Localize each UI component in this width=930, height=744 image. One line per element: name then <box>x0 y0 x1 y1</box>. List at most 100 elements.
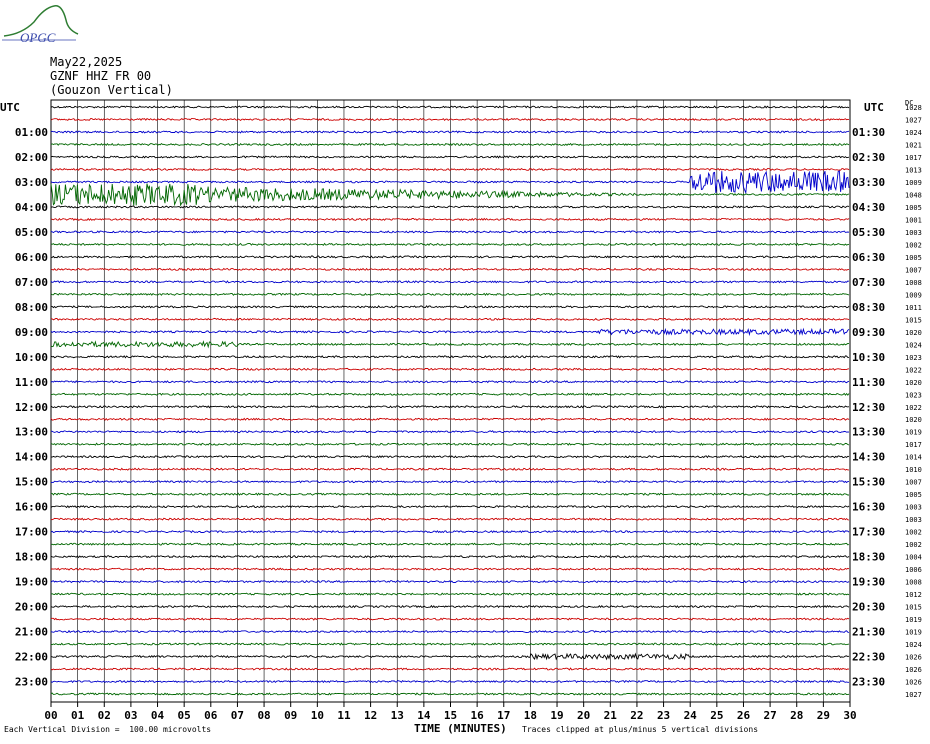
trace-line <box>50 205 850 209</box>
right-hour-label: 03:30 <box>852 176 885 189</box>
x-tick-label: 23 <box>657 709 670 722</box>
dc-offset-label: 1020 <box>905 379 922 387</box>
trace-line <box>50 542 850 546</box>
left-hour-label: 17:00 <box>15 526 48 539</box>
dc-offset-label: 1013 <box>905 166 922 174</box>
dc-offset-label: 1015 <box>905 604 922 612</box>
x-tick-label: 05 <box>178 709 191 722</box>
dc-offset-label: 1001 <box>905 216 922 224</box>
right-hour-label: 04:30 <box>852 201 885 214</box>
left-hour-label: 08:00 <box>15 301 48 314</box>
x-tick-label: 18 <box>524 709 537 722</box>
x-tick-label: 27 <box>763 709 776 722</box>
trace-line <box>50 455 850 459</box>
right-hour-label: 09:30 <box>852 326 885 339</box>
right-hour-label: 15:30 <box>852 476 885 489</box>
dc-offset-label: 1003 <box>905 516 922 524</box>
right-hour-label: 17:30 <box>852 526 885 539</box>
x-tick-label: 06 <box>204 709 218 722</box>
right-hour-label: 02:30 <box>852 151 885 164</box>
trace-line <box>50 554 850 559</box>
left-hour-label: 22:00 <box>15 651 48 664</box>
left-hour-label: 12:00 <box>15 401 48 414</box>
right-hour-label: 12:30 <box>852 401 885 414</box>
right-hour-label: 22:30 <box>852 651 885 664</box>
dc-offset-label: 1017 <box>905 154 922 162</box>
x-tick-label: 13 <box>391 709 404 722</box>
right-hour-label: 23:30 <box>852 676 885 689</box>
left-hour-label: 15:00 <box>15 476 48 489</box>
x-tick-label: 22 <box>630 709 643 722</box>
left-hour-label: 11:00 <box>15 376 48 389</box>
trace-line <box>50 580 850 584</box>
scale-note: Each Vertical Division = 100.00 microvol… <box>4 725 212 734</box>
dc-offset-label: 1006 <box>905 566 922 574</box>
dc-offset-label: 1022 <box>905 404 922 412</box>
dc-offset-label: 1017 <box>905 441 922 449</box>
trace-line <box>50 642 850 646</box>
dc-column-title: DC <box>905 99 913 107</box>
dc-offset-label: 1020 <box>905 329 922 337</box>
trace-line <box>51 567 850 571</box>
x-tick-label: 01 <box>71 709 85 722</box>
dc-offset-label: 1015 <box>905 316 922 324</box>
trace-line <box>50 530 850 534</box>
trace-line <box>50 167 850 172</box>
dc-offset-label: 1011 <box>905 304 922 312</box>
left-hour-label: 20:00 <box>15 601 48 614</box>
dc-offset-label: 1002 <box>905 541 922 549</box>
dc-offset-label: 1026 <box>905 654 922 662</box>
x-tick-label: 29 <box>817 709 830 722</box>
left-hour-label: 21:00 <box>15 626 48 639</box>
dc-offset-label: 1024 <box>905 129 922 137</box>
x-tick-label: 28 <box>790 709 803 722</box>
left-hour-label: 14:00 <box>15 451 48 464</box>
trace-line <box>50 242 850 247</box>
trace-line <box>50 442 850 446</box>
left-hour-label: 10:00 <box>15 351 48 364</box>
trace-line <box>50 692 850 696</box>
trace-line <box>50 217 850 222</box>
right-hour-label: 13:30 <box>852 426 885 439</box>
dc-offset-label: 1008 <box>905 279 922 287</box>
x-tick-label: 20 <box>577 709 590 722</box>
trace-line <box>50 480 850 484</box>
x-tick-label: 02 <box>98 709 111 722</box>
left-axis-title: UTC <box>0 101 20 114</box>
left-hour-label: 02:00 <box>15 151 48 164</box>
dc-offset-label: 1002 <box>905 241 922 249</box>
seismogram-traces <box>50 105 850 696</box>
right-hour-label: 06:30 <box>852 251 885 264</box>
dc-offset-label: 1003 <box>905 229 922 237</box>
left-hour-label: 01:00 <box>15 126 48 139</box>
x-tick-label: 14 <box>417 709 431 722</box>
trace-line <box>50 617 850 621</box>
trace-line <box>50 380 850 384</box>
dc-offset-label: 1023 <box>905 391 922 399</box>
x-tick-label: 17 <box>497 709 510 722</box>
left-hour-label: 05:00 <box>15 226 48 239</box>
x-tick-label: 26 <box>737 709 751 722</box>
dc-offset-label: 1008 <box>905 579 922 587</box>
dc-offset-label: 1014 <box>905 454 922 462</box>
right-axis-title: UTC <box>864 101 884 114</box>
x-tick-label: 08 <box>257 709 270 722</box>
trace-line <box>50 505 850 509</box>
right-hour-label: 05:30 <box>852 226 885 239</box>
trace-line <box>50 629 850 634</box>
trace-line <box>50 430 850 434</box>
trace-line <box>50 142 850 147</box>
trace-line <box>50 155 850 159</box>
x-tick-label: 24 <box>684 709 698 722</box>
dc-offset-label: 1048 <box>905 191 922 199</box>
trace-line <box>50 117 850 122</box>
dc-offset-label: 1012 <box>905 591 922 599</box>
trace-line <box>50 652 850 661</box>
right-hour-label: 08:30 <box>852 301 885 314</box>
right-hour-label: 01:30 <box>852 126 885 139</box>
left-hour-label: 18:00 <box>15 551 48 564</box>
right-hour-label: 07:30 <box>852 276 885 289</box>
dc-offset-label: 1023 <box>905 354 922 362</box>
x-tick-label: 07 <box>231 709 244 722</box>
dc-offset-label: 1007 <box>905 266 922 274</box>
